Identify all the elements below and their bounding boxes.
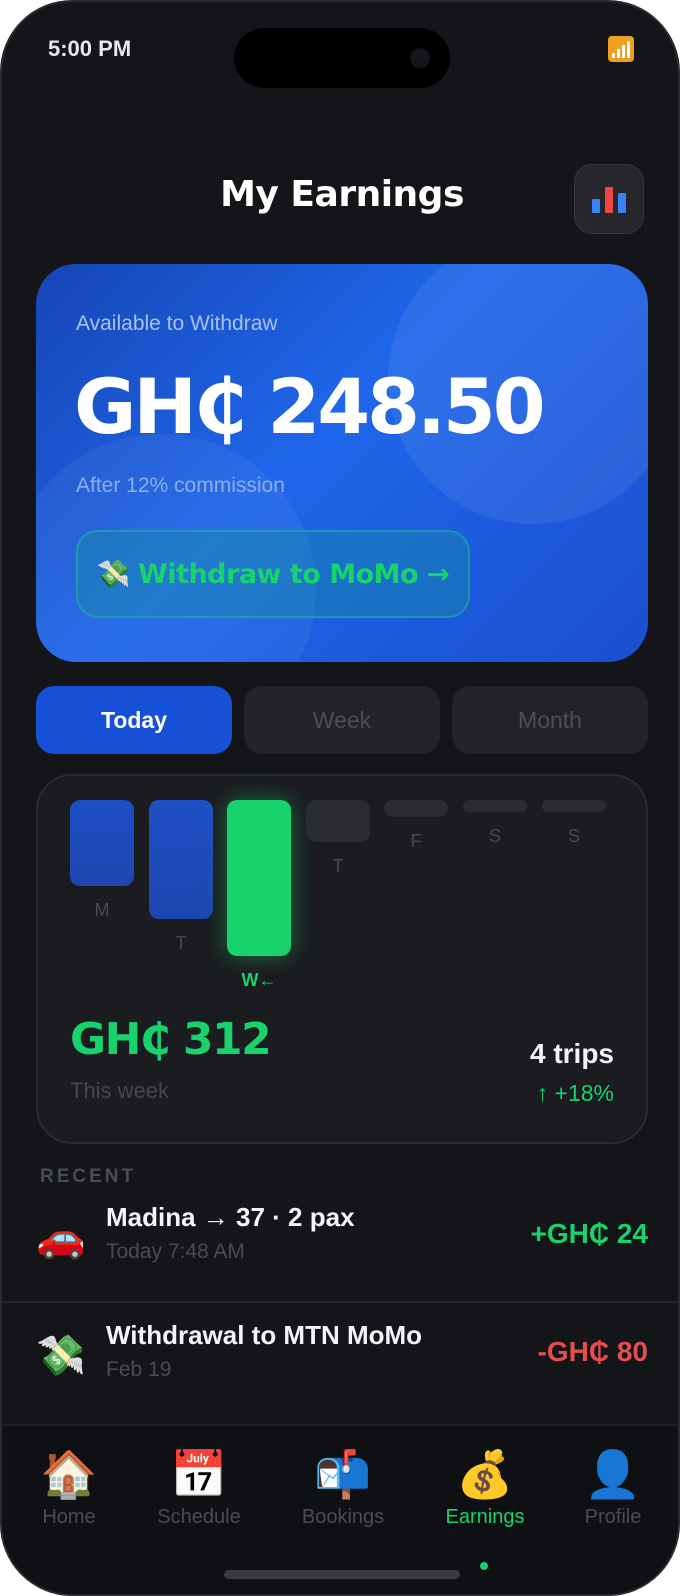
camera-icon xyxy=(410,48,430,68)
chart-bar xyxy=(306,800,370,842)
nav-schedule[interactable]: 📅 Schedule xyxy=(134,1444,264,1529)
chart-day-label: T xyxy=(332,856,344,876)
transaction-title: Withdrawal to MTN MoMo xyxy=(106,1320,423,1350)
balance-card: Available to Withdraw GH₵ 248.50 After 1… xyxy=(36,264,648,662)
chart-day-label: S xyxy=(567,826,580,846)
money-bag-icon: 💰 xyxy=(456,1448,514,1500)
transaction-title: Madina → 37 · 2 pax xyxy=(106,1202,355,1232)
money-wings-icon: 💸 xyxy=(36,1334,86,1378)
chart-day-label: W← xyxy=(241,970,277,990)
home-indicator[interactable] xyxy=(224,1570,460,1579)
mailbox-icon: 📬 xyxy=(314,1448,372,1500)
nav-label: Profile xyxy=(584,1506,642,1528)
house-icon: 🏠 xyxy=(40,1448,98,1500)
transaction-time: Feb 19 xyxy=(106,1358,172,1381)
nav-label: Schedule xyxy=(157,1506,241,1528)
bar-chart-icon xyxy=(592,199,600,213)
phone-screen: 5:00 PM My Earnings Available to Withdra… xyxy=(0,0,680,1596)
nav-home[interactable]: 🏠 Home xyxy=(4,1444,134,1529)
week-total: GH₵ 312 xyxy=(70,1014,272,1065)
bar-chart-icon-bar xyxy=(605,187,613,213)
chart-bar xyxy=(463,800,527,812)
nav-bookings[interactable]: 📬 Bookings xyxy=(278,1444,408,1529)
growth-indicator: ↑ +18% xyxy=(536,1080,614,1106)
calendar-icon: 📅 xyxy=(170,1448,228,1500)
chart-bar xyxy=(384,800,448,817)
chart-day-label: M xyxy=(94,900,110,920)
bar-chart-icon-bar xyxy=(618,193,626,213)
transaction-time: Today 7:48 AM xyxy=(106,1240,245,1263)
status-time: 5:00 PM xyxy=(48,36,132,61)
nav-profile[interactable]: 👤 Profile xyxy=(548,1444,678,1529)
car-icon: 🚗 xyxy=(36,1216,86,1260)
dynamic-island xyxy=(234,28,450,88)
transaction-row[interactable]: 🚗 Madina → 37 · 2 pax Today 7:48 AM +GH₵… xyxy=(2,1188,678,1300)
active-indicator xyxy=(480,1562,488,1570)
chart-day-label: S xyxy=(488,826,501,846)
divider xyxy=(2,1301,678,1303)
balance-amount: GH₵ 248.50 xyxy=(74,362,546,451)
user-icon: 👤 xyxy=(584,1448,642,1500)
week-caption: This week xyxy=(70,1078,170,1103)
signal-icon xyxy=(608,36,634,62)
chart-day-label: F xyxy=(410,831,422,851)
nav-earnings[interactable]: 💰 Earnings xyxy=(420,1444,550,1529)
weekly-chart-card: M T W← T F S S GH₵ 312 This week 4 trips ↑ +18… xyxy=(36,774,648,1144)
withdraw-label: Withdraw to MoMo → xyxy=(138,558,450,590)
tab-today[interactable]: Today xyxy=(36,686,232,754)
transaction-amount: -GH₵ 80 xyxy=(537,1336,648,1367)
tab-week[interactable]: Week xyxy=(244,686,440,754)
chart-bar xyxy=(227,800,291,956)
transaction-amount: +GH₵ 24 xyxy=(530,1218,649,1249)
transaction-row[interactable]: 💸 Withdrawal to MTN MoMo Feb 19 -GH₵ 80 xyxy=(2,1306,678,1418)
commission-note: After 12% commission xyxy=(76,474,285,497)
withdraw-button[interactable]: 💸 Withdraw to MoMo → xyxy=(76,530,470,618)
recent-heading: RECENT xyxy=(40,1166,137,1187)
nav-label: Earnings xyxy=(445,1506,525,1528)
chart-bar xyxy=(70,800,134,886)
balance-label: Available to Withdraw xyxy=(76,312,278,335)
nav-label: Bookings xyxy=(301,1506,385,1528)
chart-day-label: T xyxy=(175,933,187,953)
trip-count: 4 trips xyxy=(529,1038,614,1069)
chart-bar xyxy=(149,800,213,919)
stats-button[interactable] xyxy=(574,164,644,234)
chart-bar xyxy=(542,800,606,812)
money-wings-icon: 💸 xyxy=(96,559,131,590)
nav-label: Home xyxy=(42,1506,96,1528)
tab-month[interactable]: Month xyxy=(452,686,648,754)
